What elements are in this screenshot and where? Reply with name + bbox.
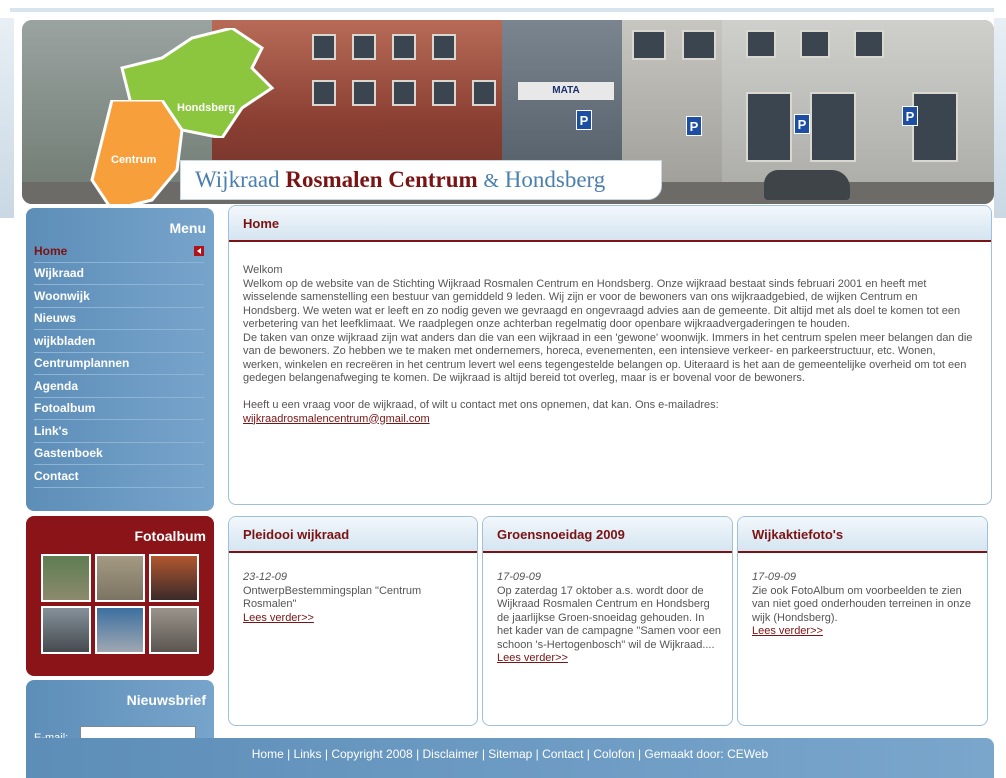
home-paragraph-3: Heeft u een vraag voor de wijkraad, of w… <box>243 399 719 411</box>
news-date: 17-09-09 <box>497 571 542 583</box>
parking-sign-icon: P <box>794 114 810 134</box>
left-decor-strip <box>0 18 14 218</box>
photo-thumbnail[interactable] <box>149 606 199 654</box>
menu-item-links[interactable]: Link's <box>34 420 204 443</box>
news-text: Zie ook FotoAlbum om voorbeelden te zien… <box>752 584 971 624</box>
active-arrow-icon <box>194 245 204 256</box>
menu-item-centrumplannen[interactable]: Centrumplannen <box>34 353 204 375</box>
news-title: Groensnoeidag 2009 <box>483 517 732 553</box>
photo-grid <box>26 548 214 654</box>
photo-thumbnail[interactable] <box>41 554 91 602</box>
menu-item-woonwijk[interactable]: Woonwijk <box>34 285 204 308</box>
photo-thumbnail[interactable] <box>149 554 199 602</box>
parking-sign-icon: P <box>902 106 918 126</box>
menu-title: Menu <box>169 220 206 236</box>
read-more-link[interactable]: Lees verder>> <box>497 652 568 664</box>
parking-sign-icon: P <box>576 110 592 130</box>
title-ampersand: & <box>483 170 500 192</box>
map-label-hondsberg: Hondsberg <box>177 102 236 114</box>
menu-list: Home Wijkraad Woonwijk Nieuws wijkbladen… <box>26 240 214 488</box>
email-link[interactable]: wijkraadrosmalencentrum@gmail.com <box>243 413 430 425</box>
sidebar-menu: Menu Home Wijkraad Woonwijk Nieuws wijkb… <box>26 208 214 511</box>
menu-item-gastenboek[interactable]: Gastenboek <box>34 443 204 465</box>
menu-item-agenda[interactable]: Agenda <box>34 375 204 398</box>
fotoalbum-box: Fotoalbum <box>26 516 214 676</box>
news-panel-pleidooi: Pleidooi wijkraad 23-12-09 OntwerpBestem… <box>228 516 478 726</box>
map-centrum-icon <box>90 100 184 204</box>
photo-thumbnail[interactable] <box>95 554 145 602</box>
fotoalbum-title: Fotoalbum <box>134 528 206 544</box>
news-body: 17-09-09 Op zaterdag 17 oktober a.s. wor… <box>483 553 732 666</box>
header-banner-image: MATA P P P P Hondsberg Centrum Wijkraad … <box>22 20 994 204</box>
menu-item-fotoalbum[interactable]: Fotoalbum <box>34 398 204 420</box>
home-body: Welkom Welkom op de website van de Stich… <box>229 242 991 426</box>
header-building-right <box>722 20 994 204</box>
news-body: 17-09-09 Zie ook FotoAlbum om voorbeelde… <box>738 553 987 639</box>
right-decor-strip <box>994 18 1006 218</box>
news-text: Op zaterdag 17 oktober a.s. wordt door d… <box>497 584 722 651</box>
parking-sign-icon: P <box>686 116 702 136</box>
home-greeting: Welkom <box>243 264 283 276</box>
news-body: 23-12-09 OntwerpBestemmingsplan "Centrum… <box>229 553 477 625</box>
newsletter-title: Nieuwsbrief <box>126 692 206 708</box>
menu-item-wijkraad[interactable]: Wijkraad <box>34 263 204 285</box>
title-word-hondsberg: Hondsberg <box>504 167 606 192</box>
news-date: 17-09-09 <box>752 571 797 583</box>
news-title: Wijkaktiefoto's <box>738 517 987 553</box>
news-date: 23-12-09 <box>243 571 288 583</box>
title-word-wijkraad: Wijkraad <box>195 167 280 192</box>
photo-thumbnail[interactable] <box>41 606 91 654</box>
menu-item-wijkbladen[interactable]: wijkbladen <box>34 330 204 353</box>
news-panel-groensnoeidag: Groensnoeidag 2009 17-09-09 Op zaterdag … <box>482 516 733 726</box>
read-more-link[interactable]: Lees verder>> <box>752 625 823 637</box>
home-title: Home <box>229 206 991 242</box>
site-title-banner: Wijkraad Rosmalen Centrum & Hondsberg <box>180 160 662 200</box>
page: MATA P P P P Hondsberg Centrum Wijkraad … <box>0 0 1006 778</box>
menu-item-contact[interactable]: Contact <box>34 465 204 488</box>
menu-item-nieuws[interactable]: Nieuws <box>34 308 204 330</box>
home-paragraph-1: Welkom op de website van de Stichting Wi… <box>243 277 961 331</box>
menu-item-home[interactable]: Home <box>34 240 204 263</box>
footer-links[interactable]: Home | Links | Copyright 2008 | Disclaim… <box>26 738 994 778</box>
map-label-centrum: Centrum <box>111 154 157 166</box>
photo-thumbnail[interactable] <box>95 606 145 654</box>
news-title: Pleidooi wijkraad <box>229 517 477 553</box>
home-panel: Home Welkom Welkom op de website van de … <box>228 205 992 505</box>
title-word-rosmalen-centrum: Rosmalen Centrum <box>285 167 478 192</box>
news-text: OntwerpBestemmingsplan "Centrum Rosmalen… <box>243 584 422 611</box>
news-panel-wijkaktiefotos: Wijkaktiefoto's 17-09-09 Zie ook FotoAlb… <box>737 516 988 726</box>
car-icon <box>764 170 850 200</box>
top-band <box>0 0 1006 20</box>
home-paragraph-2: De taken van onze wijkraad zijn wat ande… <box>243 331 973 385</box>
read-more-link[interactable]: Lees verder>> <box>243 612 314 624</box>
shop-sign: MATA <box>518 82 614 100</box>
